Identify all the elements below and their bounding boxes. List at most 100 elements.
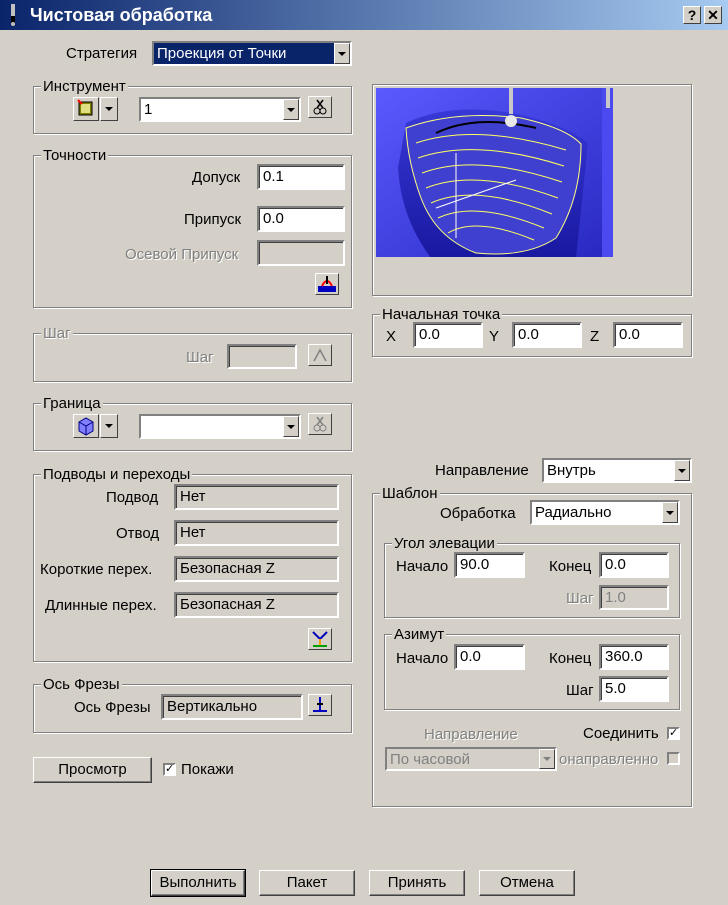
elevation-end-label: Конец (549, 558, 592, 575)
chevron-down-icon (674, 460, 690, 481)
chevron-down-icon (539, 749, 555, 769)
axial-allowance-label: Осевой Припуск (125, 246, 239, 263)
elevation-start-label: Начало (396, 558, 449, 575)
strategy-value: Проекция от Точки (157, 45, 287, 62)
tolerances-legend: Точности (41, 147, 109, 164)
lead-in-label: Подвод (106, 489, 159, 506)
step-icon (313, 348, 327, 362)
batch-button[interactable]: Пакет (259, 870, 355, 896)
start-y-input[interactable]: 0.0 (512, 322, 582, 348)
start-z-input[interactable]: 0.0 (613, 322, 683, 348)
chevron-down-icon (334, 43, 350, 64)
short-links-label: Короткие перех. (40, 561, 153, 578)
preview-image (376, 88, 613, 257)
long-links-label: Длинные перех. (45, 597, 157, 614)
tool-stem-icon (606, 88, 610, 108)
step-calc-button (308, 344, 332, 366)
machining-label: Обработка (440, 505, 516, 522)
tool-axis-button[interactable] (308, 694, 332, 716)
long-links-field: Безопасная Z (174, 592, 339, 618)
tool-legend: Инструмент (41, 78, 128, 95)
apply-button[interactable]: Принять (369, 870, 465, 896)
strategy-label: Стратегия (66, 45, 138, 62)
step-label: Шаг (186, 349, 214, 366)
unidirectional-checkbox (667, 752, 680, 765)
tool-pick-button[interactable] (308, 96, 332, 118)
chevron-down-icon (105, 424, 113, 428)
lead-in-field: Нет (174, 484, 339, 510)
tool-type-button[interactable] (73, 97, 99, 121)
start-x-input[interactable]: 0.0 (413, 322, 483, 348)
pattern-legend: Шаблон (380, 485, 440, 502)
direction-value: Внутрь (547, 462, 596, 479)
window-title: Чистовая обработка (30, 5, 213, 25)
step-legend: Шаг (41, 325, 73, 342)
tool-axis-field: Вертикально (161, 694, 303, 720)
tool-value: 1 (144, 101, 153, 118)
help-button[interactable]: ? (683, 6, 701, 24)
tolerance-label: Допуск (192, 169, 241, 186)
app-icon (11, 4, 15, 26)
allowance-label: Припуск (184, 211, 242, 228)
boundary-select[interactable] (139, 414, 301, 439)
z-label: Z (590, 328, 600, 345)
elevation-end-input[interactable]: 0.0 (599, 552, 669, 578)
lead-out-label: Отвод (116, 525, 160, 542)
boundary-icon (78, 417, 94, 436)
leads-legend: Подводы и переходы (41, 466, 193, 483)
chevron-down-icon (283, 99, 299, 120)
azimuth-step-input[interactable]: 5.0 (599, 676, 669, 702)
pattern-direction-label: Направление (424, 726, 518, 743)
allowance-input[interactable]: 0.0 (257, 206, 345, 232)
scissors-icon (313, 99, 327, 115)
elevation-step-label: Шаг (566, 590, 594, 607)
boundary-legend: Граница (41, 395, 103, 412)
unidirectional-label: онаправленно (559, 751, 659, 768)
elevation-start-input[interactable]: 90.0 (454, 552, 525, 578)
show-label: Покажи (181, 761, 234, 778)
connect-checkbox[interactable]: ✓ (667, 727, 680, 740)
thickness-icon (318, 276, 336, 292)
thickness-button[interactable] (315, 273, 339, 295)
step-input (227, 344, 297, 369)
strategy-select[interactable]: Проекция от Точки (152, 41, 352, 66)
cancel-button[interactable]: Отмена (479, 870, 575, 896)
azimuth-end-input[interactable]: 360.0 (599, 644, 669, 670)
connect-label: Соединить (583, 725, 659, 742)
azimuth-legend: Азимут (392, 626, 447, 643)
leads-icon (312, 631, 328, 647)
show-checkbox[interactable]: ✓ (163, 763, 176, 776)
axial-allowance-input (257, 240, 345, 266)
preview-panel (372, 84, 692, 296)
direction-label: Направление (435, 462, 529, 479)
pattern-direction-select: По часовой (385, 747, 557, 771)
direction-select[interactable]: Внутрь (542, 458, 692, 483)
title-bar: Чистовая обработка (0, 0, 728, 30)
chevron-down-icon (283, 416, 299, 437)
boundary-type-dropdown[interactable] (100, 414, 118, 438)
lead-out-field: Нет (174, 520, 339, 546)
azimuth-end-label: Конец (549, 650, 592, 667)
leads-button[interactable] (308, 628, 332, 650)
start-point-legend: Начальная точка (380, 306, 503, 323)
chevron-down-icon (105, 107, 113, 111)
machining-select[interactable]: Радиально (530, 500, 680, 525)
tool-axis-legend: Ось Фрезы (41, 676, 122, 693)
x-label: X (386, 328, 397, 345)
tool-axis-label: Ось Фрезы (74, 699, 151, 716)
short-links-field: Безопасная Z (174, 556, 339, 582)
tool-icon (77, 99, 93, 116)
execute-button[interactable]: Выполнить (150, 869, 246, 897)
scissors-icon (313, 416, 327, 432)
preview-button[interactable]: Просмотр (33, 757, 152, 783)
pattern-direction-value: По часовой (390, 751, 470, 768)
tool-select[interactable]: 1 (139, 97, 301, 122)
y-label: Y (489, 328, 500, 345)
boundary-type-button[interactable] (73, 414, 99, 438)
elevation-legend: Угол элевации (392, 535, 497, 552)
azimuth-start-input[interactable]: 0.0 (454, 644, 525, 670)
tool-type-dropdown[interactable] (100, 97, 118, 121)
tolerance-input[interactable]: 0.1 (257, 164, 345, 190)
azimuth-step-label: Шаг (566, 682, 594, 699)
close-button[interactable]: ✕ (704, 6, 722, 24)
